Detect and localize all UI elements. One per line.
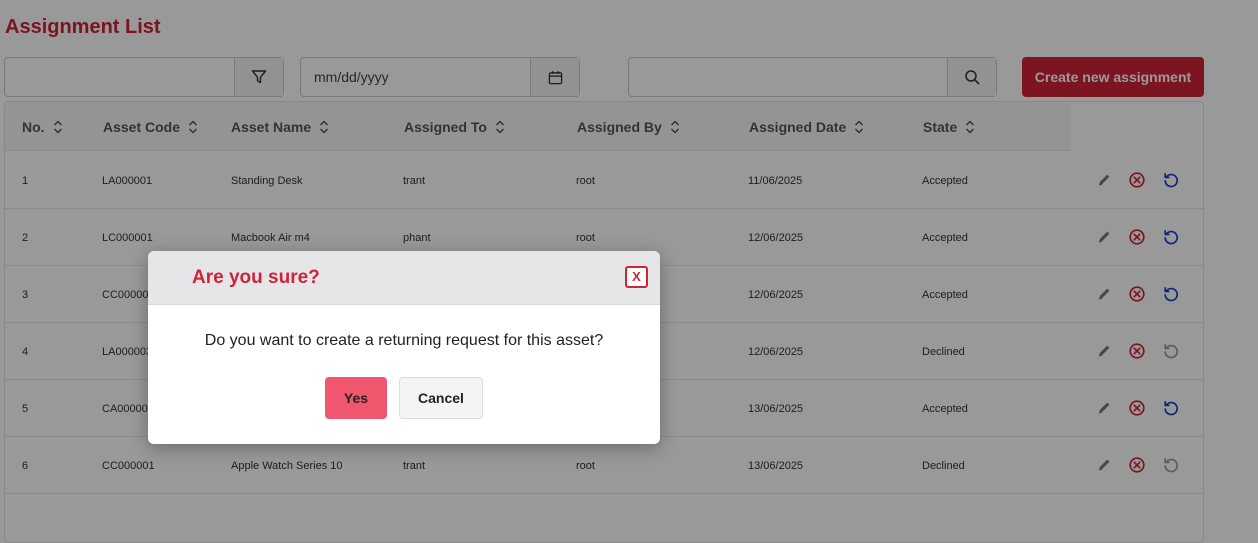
close-button[interactable]: X: [625, 266, 648, 288]
confirm-return-dialog: Are you sure? X Do you want to create a …: [148, 251, 660, 444]
cancel-button[interactable]: Cancel: [399, 377, 483, 419]
dialog-title: Are you sure?: [192, 267, 320, 288]
yes-button[interactable]: Yes: [325, 377, 387, 419]
dialog-message: Do you want to create a returning reques…: [204, 332, 604, 349]
close-icon: X: [632, 268, 641, 284]
assignment-list-page: Assignment List mm/dd/yyyy Create new as…: [0, 0, 1258, 543]
dialog-header: Are you sure? X: [148, 251, 660, 305]
